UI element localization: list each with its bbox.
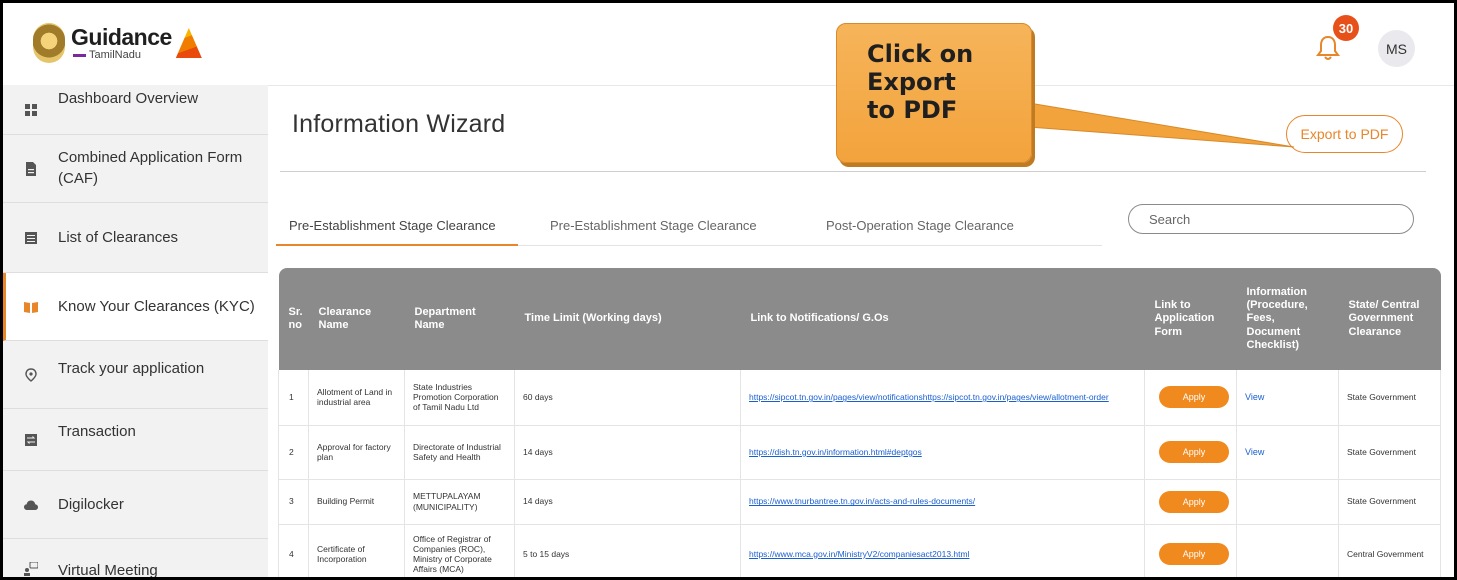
sidebar-item-label: Track your application xyxy=(58,360,205,377)
transaction-icon xyxy=(24,433,38,447)
sidebar-item-label: Dashboard Overview xyxy=(58,90,199,107)
col-application-form: Link to Application Form xyxy=(1144,268,1237,370)
apply-button[interactable]: Apply xyxy=(1159,441,1229,463)
cell-sr: 3 xyxy=(278,479,309,525)
callout-box: Click on Export to PDF xyxy=(836,23,1032,163)
notification-link[interactable]: https://sipcot.tn.gov.in/pages/view/noti… xyxy=(740,370,1145,426)
cell-govt: Central Government xyxy=(1338,524,1441,577)
search-input[interactable] xyxy=(1128,204,1414,234)
top-header: Guidance TamilNadu 30 MS xyxy=(3,3,1454,85)
sidebar-item-track[interactable]: Track your application xyxy=(3,341,268,409)
table-row: 4 Certificate of Incorporation Office of… xyxy=(278,524,1441,577)
sidebar-item-virtual-meeting[interactable]: Virtual Meeting xyxy=(3,539,268,579)
col-department: Department Name xyxy=(404,268,515,370)
meeting-icon xyxy=(24,562,38,576)
location-pin-icon xyxy=(24,367,38,382)
list-icon xyxy=(24,231,38,245)
table-row: 3 Building Permit METTUPALAYAM (MUNICIPA… xyxy=(278,479,1441,525)
brand-flag-icon xyxy=(175,28,202,58)
active-tab-indicator xyxy=(276,244,518,246)
cell-clearance-name: Allotment of Land in industrial area xyxy=(308,370,405,426)
callout-text: Click on Export to PDF xyxy=(867,40,974,125)
cell-sr: 1 xyxy=(278,370,309,426)
cell-department: Directorate of Industrial Safety and Hea… xyxy=(404,425,515,480)
grid-icon xyxy=(24,103,38,117)
notification-link[interactable]: https://dish.tn.gov.in/information.html#… xyxy=(740,425,1145,480)
sidebar-item-label: Combined Application Form (CAF) xyxy=(58,149,243,187)
cloud-icon xyxy=(24,498,38,512)
col-clearance-name: Clearance Name xyxy=(308,268,405,370)
col-sr: Sr. no xyxy=(278,268,309,370)
stage-tabs: Pre-Establishment Stage Clearance Pre-Es… xyxy=(276,210,1102,246)
state-emblem-icon xyxy=(33,23,65,63)
sidebar-item-digilocker[interactable]: Digilocker xyxy=(3,471,268,539)
view-link[interactable]: View xyxy=(1236,370,1339,426)
apply-button[interactable]: Apply xyxy=(1159,490,1229,513)
view-link[interactable]: View xyxy=(1236,425,1339,480)
book-icon xyxy=(24,300,38,314)
tab-post-operation[interactable]: Post-Operation Stage Clearance xyxy=(826,218,1014,233)
sidebar-item-label: Digilocker xyxy=(58,496,124,513)
cell-department: State Industries Promotion Corporation o… xyxy=(404,370,515,426)
sidebar-item-kyc[interactable]: Know Your Clearances (KYC) xyxy=(3,273,268,341)
tab-pre-establishment[interactable]: Pre-Establishment Stage Clearance xyxy=(289,218,496,233)
col-information: Information (Procedure, Fees, Document C… xyxy=(1236,268,1339,370)
apply-button[interactable]: Apply xyxy=(1159,543,1229,565)
col-notifications: Link to Notifications/ G.Os xyxy=(740,268,1145,370)
sidebar-item-label: List of Clearances xyxy=(58,229,179,246)
view-link[interactable] xyxy=(1236,524,1339,577)
cell-department: METTUPALAYAM (MUNICIPALITY) xyxy=(404,479,515,525)
cell-time-limit: 14 days xyxy=(514,479,741,525)
page-title: Information Wizard xyxy=(292,110,506,138)
tab-pre-establishment-2[interactable]: Pre-Establishment Stage Clearance xyxy=(550,218,757,233)
cell-department: Office of Registrar of Companies (ROC), … xyxy=(404,524,515,577)
notification-link[interactable]: https://www.mca.gov.in/MinistryV2/compan… xyxy=(740,524,1145,577)
sidebar-item-label: Transaction xyxy=(58,423,136,440)
brand-name: Guidance xyxy=(71,23,172,50)
table-row: 2 Approval for factory plan Directorate … xyxy=(278,425,1441,480)
sidebar-item-label: Know Your Clearances (KYC) xyxy=(58,298,255,315)
export-pdf-button[interactable]: Export to PDF xyxy=(1286,115,1403,153)
document-icon xyxy=(24,161,38,176)
cell-clearance-name: Certificate of Incorporation xyxy=(308,524,405,577)
view-link[interactable] xyxy=(1236,479,1339,525)
sidebar-item-dashboard[interactable]: Dashboard Overview xyxy=(3,85,268,135)
cell-time-limit: 14 days xyxy=(514,425,741,480)
sidebar: Dashboard Overview Combined Application … xyxy=(3,85,268,579)
notification-link[interactable]: https://www.tnurbantree.tn.gov.in/acts-a… xyxy=(740,479,1145,525)
notification-badge: 30 xyxy=(1333,15,1359,41)
cell-clearance-name: Building Permit xyxy=(308,479,405,525)
cell-time-limit: 5 to 15 days xyxy=(514,524,741,577)
cell-govt: State Government xyxy=(1338,479,1441,525)
col-time-limit: Time Limit (Working days) xyxy=(514,268,741,370)
divider xyxy=(280,171,1426,172)
brand-logo[interactable]: Guidance TamilNadu xyxy=(33,23,202,63)
sidebar-item-clearances[interactable]: List of Clearances xyxy=(3,203,268,273)
apply-button[interactable]: Apply xyxy=(1159,386,1229,409)
sidebar-item-caf[interactable]: Combined Application Form (CAF) xyxy=(3,135,268,203)
cell-govt: State Government xyxy=(1338,425,1441,480)
col-govt-clearance: State/ Central Government Clearance xyxy=(1338,268,1441,370)
sidebar-item-label: Virtual Meeting xyxy=(58,561,158,579)
cell-sr: 2 xyxy=(278,425,309,480)
table-header-row: Sr. no Clearance Name Department Name Ti… xyxy=(278,268,1441,370)
table-row: 1 Allotment of Land in industrial area S… xyxy=(278,370,1441,426)
sidebar-item-transaction[interactable]: Transaction xyxy=(3,409,268,471)
app-frame: Guidance TamilNadu 30 MS Dashboard Overv… xyxy=(0,0,1457,580)
cell-sr: 4 xyxy=(278,524,309,577)
clearance-table: Sr. no Clearance Name Department Name Ti… xyxy=(278,268,1441,577)
brand-sub: TamilNadu xyxy=(71,49,172,61)
cell-govt: State Government xyxy=(1338,370,1441,426)
cell-clearance-name: Approval for factory plan xyxy=(308,425,405,480)
avatar[interactable]: MS xyxy=(1378,30,1415,67)
cell-time-limit: 60 days xyxy=(514,370,741,426)
